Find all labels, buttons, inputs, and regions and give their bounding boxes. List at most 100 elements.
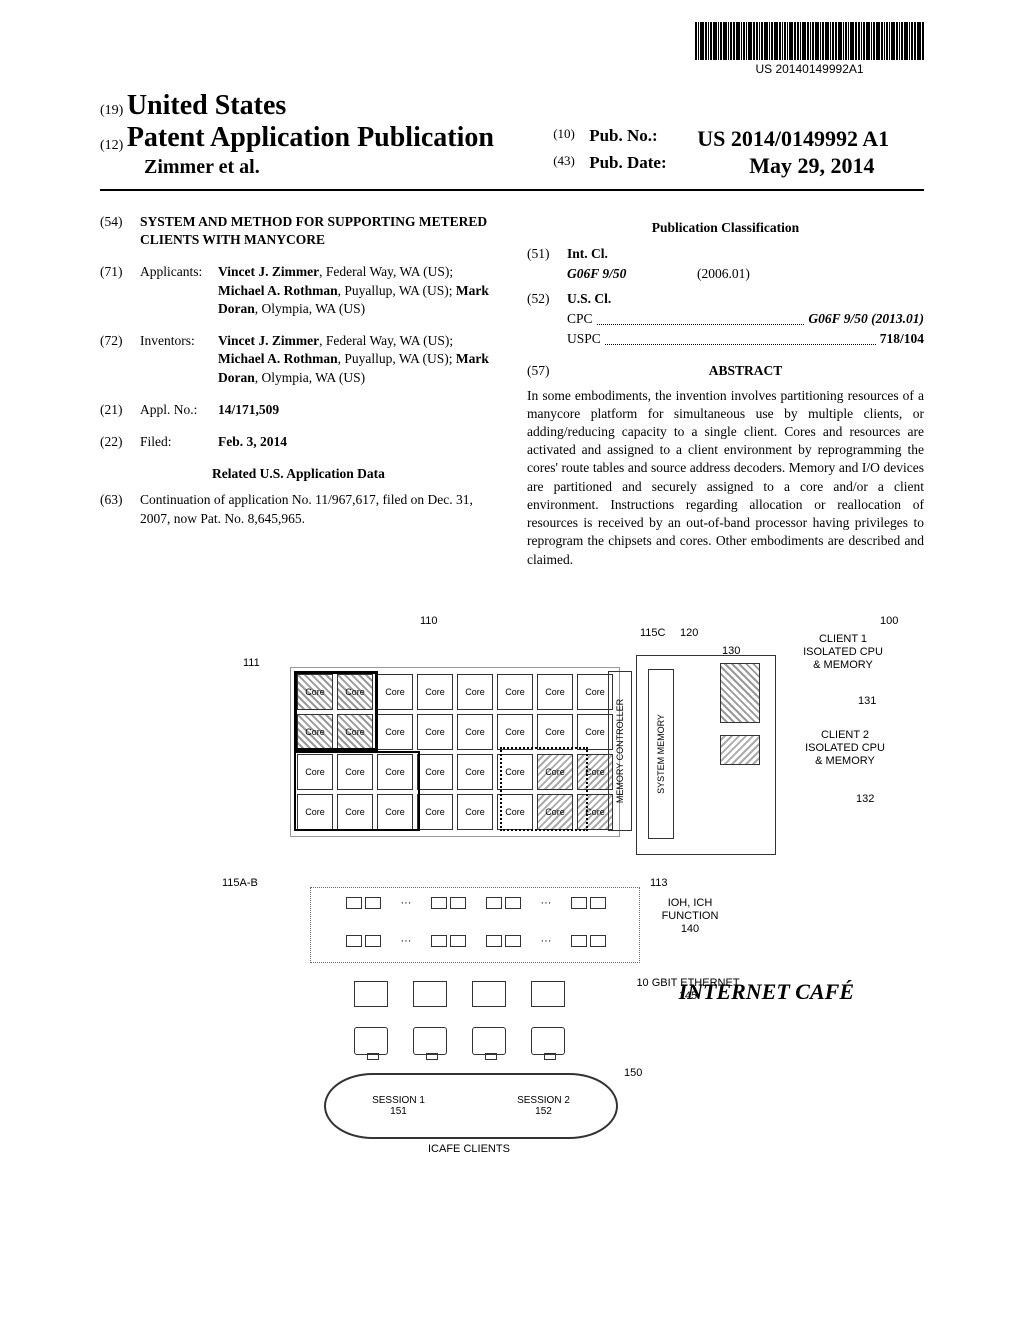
core-cell: Core — [377, 754, 413, 790]
core-cell: Core — [417, 674, 453, 710]
core-cell: Core — [297, 674, 333, 710]
core-grid: Core Core Core Core Core Core Core Core … — [290, 667, 620, 837]
session-1: SESSION 1151 — [372, 1095, 425, 1117]
core-cell: Core — [457, 674, 493, 710]
uspc-value: 718/104 — [880, 331, 924, 346]
memory-slice-1 — [720, 663, 760, 723]
ref-110: 110 — [420, 615, 438, 628]
session-2: SESSION 2152 — [517, 1095, 570, 1117]
invention-title: SYSTEM AND METHOD FOR SUPPORTING METERED… — [140, 214, 487, 247]
core-cell: Core — [537, 794, 573, 830]
barcode-text: US 20140149992A1 — [695, 62, 924, 76]
core-cell: Core — [337, 674, 373, 710]
code-19: (19) — [100, 103, 123, 118]
code-51: (51) — [527, 245, 567, 263]
core-cell: Core — [377, 674, 413, 710]
code-54: (54) — [100, 213, 140, 249]
code-72: (72) — [100, 332, 140, 387]
ref-113: 113 — [650, 877, 668, 890]
applno-label: Appl. No.: — [140, 401, 218, 419]
intcl-version: (2006.01) — [697, 265, 750, 283]
core-cell: Core — [537, 714, 573, 750]
related-data-head: Related U.S. Application Data — [100, 465, 497, 483]
monitor-icon — [472, 1027, 506, 1055]
pub-date: May 29, 2014 — [749, 153, 874, 179]
core-cell: Core — [497, 674, 533, 710]
pub-number: US 2014/0149992 A1 — [697, 126, 889, 152]
left-column: (54) SYSTEM AND METHOD FOR SUPPORTING ME… — [100, 213, 497, 569]
code-71: (71) — [100, 263, 140, 318]
filed-label: Filed: — [140, 433, 218, 451]
io-row-2: ··· ··· — [336, 935, 616, 947]
nic-icon — [472, 981, 506, 1007]
code-12: (12) — [100, 138, 123, 153]
ref-111: 111 — [243, 657, 260, 670]
dotline — [605, 330, 876, 345]
core-cell: Core — [337, 794, 373, 830]
monitor-icon — [413, 1027, 447, 1055]
core-cell: Core — [457, 754, 493, 790]
dotline — [597, 310, 805, 325]
client1-label: CLIENT 1 ISOLATED CPU & MEMORY — [798, 633, 888, 673]
io-row-1: ··· ··· — [336, 897, 616, 909]
inventors-list: Vincet J. Zimmer, Federal Way, WA (US); … — [218, 332, 497, 387]
pubdate-label: Pub. Date: — [589, 153, 697, 179]
memory-controller: MEMORY CONTROLLER — [608, 671, 632, 831]
cpc-value: G06F 9/50 (2013.01) — [808, 310, 924, 328]
internet-cafe-label: INTERNET CAFÉ — [679, 979, 854, 1005]
patent-figure: 110 111 115C 120 130 100 CLIENT 1 ISOLAT… — [100, 597, 924, 1157]
code-22: (22) — [100, 433, 140, 451]
barcode-icon — [695, 22, 924, 60]
core-cell: Core — [457, 794, 493, 830]
pubno-label: Pub. No.: — [589, 126, 697, 152]
country: United States — [127, 90, 286, 121]
memory-slice-2 — [720, 735, 760, 765]
barcode-block: US 20140149992A1 — [695, 22, 924, 76]
inventors-label: Inventors: — [140, 332, 218, 387]
intcl-label: Int. Cl. — [567, 246, 608, 261]
ref-100: 100 — [880, 615, 898, 628]
core-cell: Core — [417, 794, 453, 830]
ref-150: 150 — [624, 1067, 642, 1080]
right-column: Publication Classification (51) Int. Cl.… — [527, 213, 924, 569]
abstract-text: In some embodiments, the invention invol… — [527, 387, 924, 569]
abstract-head: ABSTRACT — [709, 363, 783, 378]
monitor-icon — [354, 1027, 388, 1055]
core-cell: Core — [497, 714, 533, 750]
uspc-label: USPC — [567, 330, 601, 348]
core-cell: Core — [457, 714, 493, 750]
core-cell: Core — [297, 754, 333, 790]
code-43: (43) — [553, 153, 589, 179]
applicants-list: Vincet J. Zimmer, Federal Way, WA (US); … — [218, 263, 497, 318]
uscl-label: U.S. Cl. — [567, 291, 611, 306]
nic-icon — [413, 981, 447, 1007]
ref-120: 120 — [680, 627, 698, 640]
cpc-label: CPC — [567, 310, 593, 328]
ref-132: 132 — [856, 793, 874, 806]
code-10: (10) — [553, 126, 589, 152]
intcl-code: G06F 9/50 — [567, 265, 697, 283]
code-52: (52) — [527, 290, 567, 308]
publication-type: Patent Application Publication — [127, 122, 494, 153]
core-cell: Core — [297, 714, 333, 750]
core-cell: Core — [337, 754, 373, 790]
appl-number: 14/171,509 — [218, 402, 279, 417]
ref-115c: 115C — [640, 627, 665, 640]
core-cell: Core — [497, 754, 533, 790]
monitor-icon — [531, 1027, 565, 1055]
core-cell: Core — [297, 794, 333, 830]
applicants-label: Applicants: — [140, 263, 218, 318]
core-cell: Core — [377, 794, 413, 830]
core-cell: Core — [537, 754, 573, 790]
code-21: (21) — [100, 401, 140, 419]
core-cell: Core — [417, 714, 453, 750]
ref-115ab: 115A-B — [222, 877, 258, 890]
authors-line: Zimmer et al. — [100, 156, 553, 179]
core-cell: Core — [377, 714, 413, 750]
patent-header: (19) United States (12) Patent Applicati… — [100, 90, 924, 191]
core-cell: Core — [337, 714, 373, 750]
nic-icon — [531, 981, 565, 1007]
related-data: Continuation of application No. 11/967,6… — [140, 491, 497, 527]
core-cell: Core — [497, 794, 533, 830]
filed-date: Feb. 3, 2014 — [218, 434, 287, 449]
